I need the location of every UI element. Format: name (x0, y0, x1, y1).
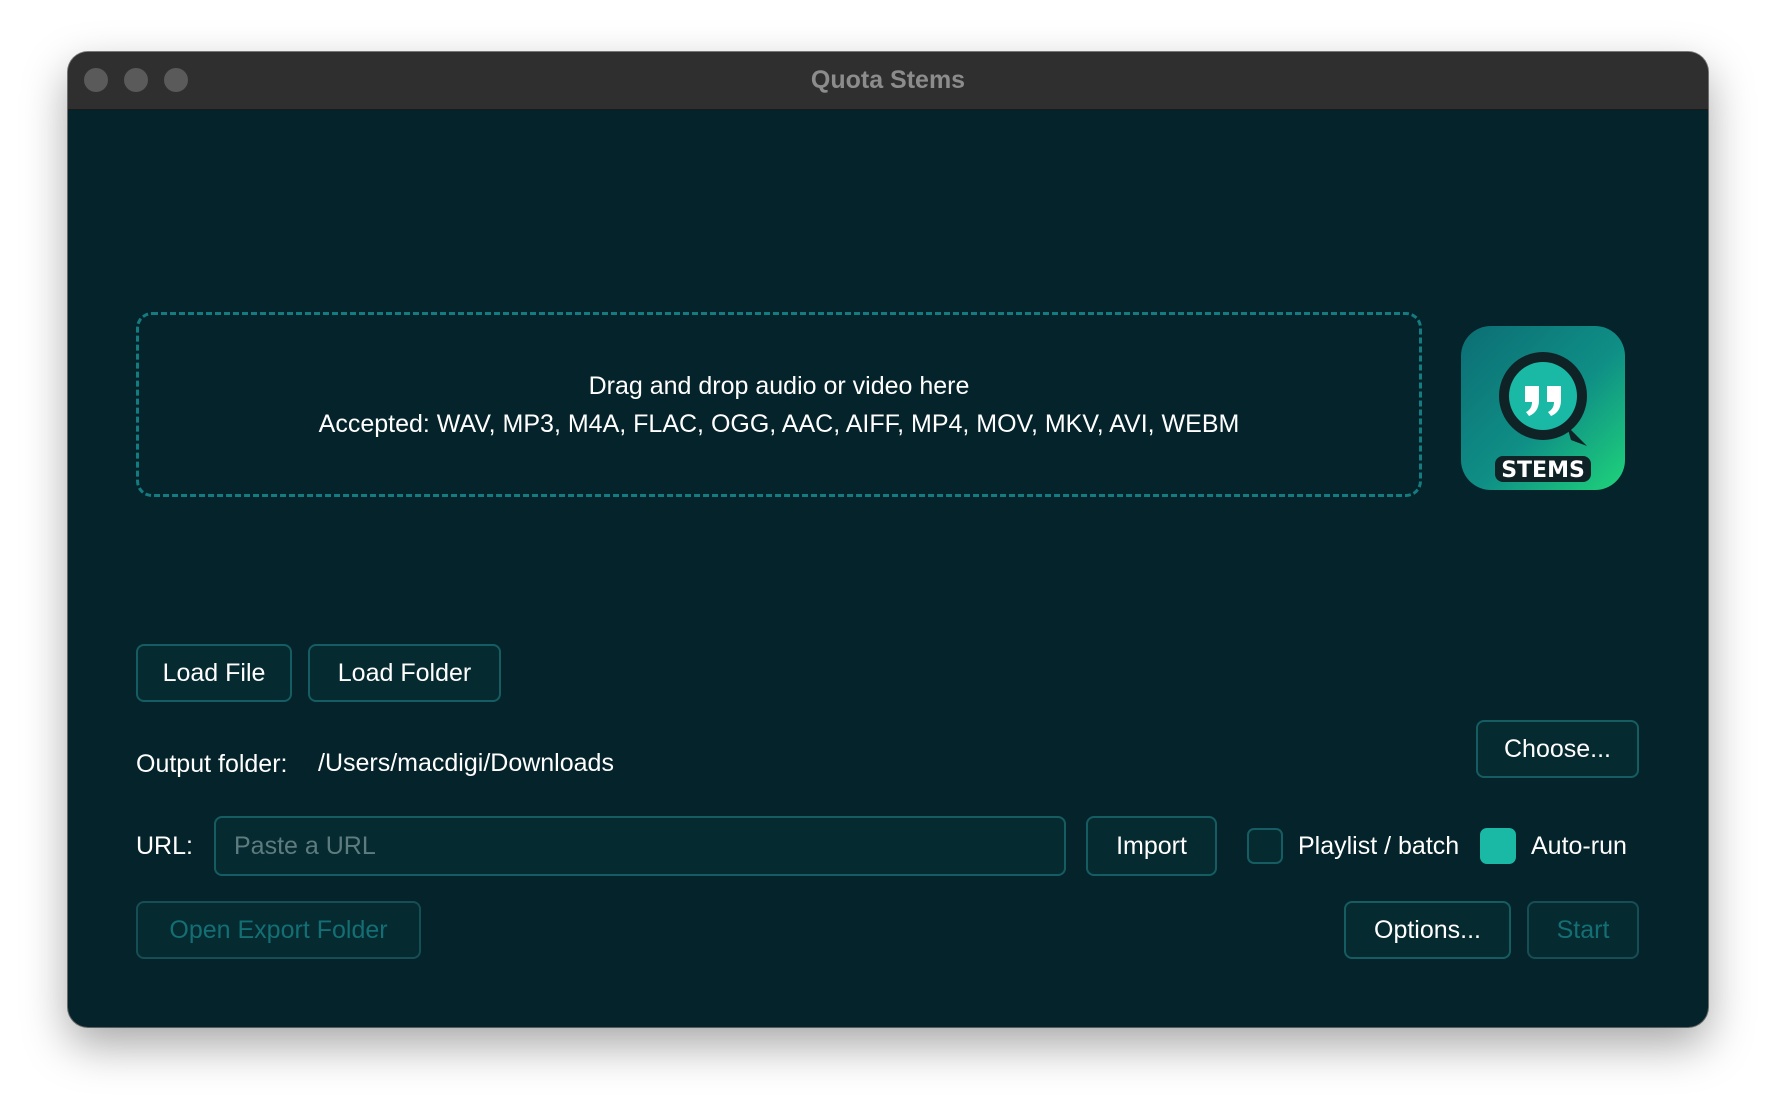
output-folder-path: /Users/macdigi/Downloads (318, 749, 614, 777)
app-logo-text: STEMS (1501, 458, 1585, 483)
open-export-folder-button[interactable]: Open Export Folder (136, 901, 421, 959)
drop-zone-instruction: Drag and drop audio or video here (588, 371, 970, 400)
url-label: URL: (136, 832, 193, 860)
playlist-batch-label[interactable]: Playlist / batch (1298, 831, 1459, 861)
auto-run-label[interactable]: Auto-run (1531, 831, 1627, 861)
output-folder-label: Output folder: (136, 750, 288, 778)
load-file-button[interactable]: Load File (136, 644, 292, 702)
window-title: Quota Stems (810, 66, 966, 94)
url-input[interactable] (214, 816, 1066, 876)
drop-zone-accepted-formats: Accepted: WAV, MP3, M4A, FLAC, OGG, AAC,… (318, 409, 1240, 438)
start-button[interactable]: Start (1527, 901, 1639, 959)
load-folder-button[interactable]: Load Folder (308, 644, 501, 702)
app-logo: STEMS (1461, 326, 1625, 490)
import-button[interactable]: Import (1086, 816, 1217, 876)
title-bar[interactable]: Quota Stems (68, 52, 1708, 110)
playlist-batch-checkbox[interactable] (1247, 828, 1283, 864)
drop-zone[interactable]: Drag and drop audio or video here Accept… (136, 312, 1422, 497)
options-button[interactable]: Options... (1344, 901, 1511, 959)
auto-run-checkbox[interactable] (1480, 828, 1516, 864)
choose-folder-button[interactable]: Choose... (1476, 720, 1639, 778)
app-window: Quota Stems Drag and drop audio or video… (68, 52, 1708, 1027)
